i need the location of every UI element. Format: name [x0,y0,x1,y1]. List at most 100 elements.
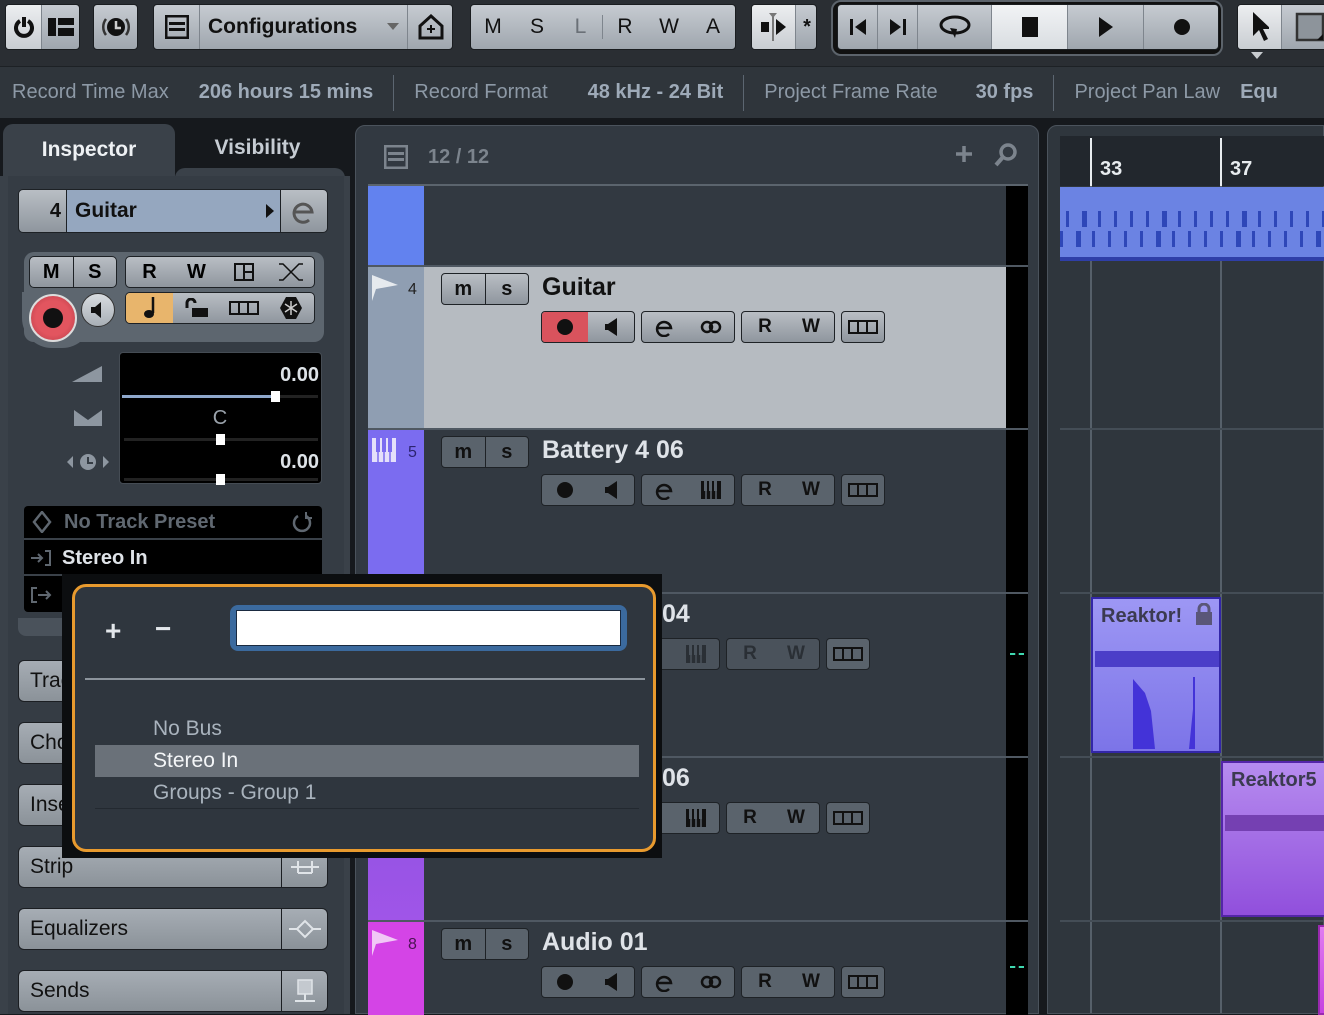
volume-slider-handle[interactable] [270,391,280,402]
pan-slider-handle[interactable] [216,434,225,445]
range-tool-button[interactable] [1282,5,1324,49]
skip-end-button[interactable] [878,5,918,49]
track-name[interactable]: Audio 01 [542,928,648,957]
mute-button[interactable]: M [30,257,74,287]
tab-inspector[interactable]: Inspector [3,124,175,176]
remove-bus-button[interactable]: − [155,613,171,645]
reload-icon[interactable] [292,512,314,534]
power-button[interactable] [6,5,42,49]
delay-slider-handle[interactable] [216,474,225,485]
solo-button[interactable]: s [486,274,529,304]
track-name[interactable]: 06 [662,764,690,793]
home-button[interactable] [408,5,452,49]
bus-option-group-1[interactable]: Groups - Group 1 [95,777,639,809]
track-list-menu-icon[interactable] [384,145,408,169]
track-row-guitar[interactable]: 4 ms Guitar R W [368,267,1028,430]
musical-timebase-button[interactable] [126,293,173,323]
track-row-audio-01[interactable]: 8 ms Audio 01 R W [368,922,1028,1015]
edit-channel-button[interactable] [642,312,688,342]
record-enable-button[interactable] [29,294,77,342]
stereo-button[interactable] [688,312,734,342]
record-enable-button[interactable] [542,312,588,342]
snap-mode-button[interactable]: * [796,5,816,49]
read-automation-button[interactable]: R [742,475,788,505]
event-reaktor-1[interactable]: Reaktor! [1091,597,1221,753]
read-automation-button[interactable]: R [126,257,173,287]
lanes-button[interactable] [842,475,884,505]
track-row[interactable] [368,186,1028,267]
automation-r-button[interactable]: R [603,15,647,39]
ruler[interactable]: 33 37 [1060,136,1324,186]
record-format-value[interactable]: 48 kHz - 24 Bit [588,81,724,104]
write-automation-button[interactable]: W [773,803,819,833]
monitor-button[interactable] [588,967,634,997]
tab-visibility[interactable]: Visibility [175,122,340,174]
crossfade-button[interactable] [267,257,314,287]
solo-button[interactable]: s [486,437,529,467]
mute-button[interactable]: m [442,929,486,959]
write-automation-button[interactable]: W [788,312,834,342]
automation-w-button[interactable]: W [647,15,691,39]
solo-button[interactable]: S [74,257,117,287]
configurations-dropdown[interactable]: Configurations [200,5,408,49]
snap-button[interactable] [752,5,796,49]
stereo-button[interactable] [688,967,734,997]
lanes-button[interactable] [827,803,869,833]
section-equalizers[interactable]: Equalizers [18,908,328,950]
lanes-button[interactable] [842,312,884,342]
mute-button[interactable]: m [442,437,486,467]
event-reaktor-2[interactable]: Reaktor5 [1221,761,1324,917]
mute-button[interactable]: m [442,274,486,304]
monitor-button[interactable] [81,293,115,327]
lanes-button[interactable] [842,967,884,997]
delay-value[interactable]: 0.00 [280,451,319,474]
add-bus-button[interactable]: + [105,615,121,647]
lock-button[interactable] [173,293,220,323]
write-automation-button[interactable]: W [788,967,834,997]
add-track-icon[interactable] [954,144,974,164]
track-name[interactable]: Guitar [542,273,616,302]
track-name[interactable]: Battery 4 06 [542,436,684,465]
edit-channel-button[interactable] [642,967,688,997]
read-automation-button[interactable]: R [727,803,773,833]
constrain-delay-button[interactable] [93,4,138,50]
instrument-button[interactable] [673,639,719,669]
lanes-button[interactable] [220,293,267,323]
monitor-button[interactable] [588,475,634,505]
play-button[interactable] [1068,5,1144,49]
search-icon[interactable] [993,142,1019,168]
track-row-battery[interactable]: 5 ms Battery 4 06 R W [368,430,1028,594]
record-button[interactable] [1144,5,1218,49]
lanes-button[interactable] [827,639,869,669]
automation-m-button[interactable]: M [471,15,515,39]
automation-s-button[interactable]: S [515,15,559,39]
read-automation-button[interactable]: R [727,639,773,669]
write-automation-button[interactable]: W [788,475,834,505]
pan-law-value[interactable]: Equ [1240,81,1278,104]
tool-dropdown-arrow-icon[interactable] [1251,52,1263,60]
midi-part[interactable] [1060,187,1324,261]
write-automation-button[interactable]: W [173,257,220,287]
instrument-button[interactable] [673,803,719,833]
stop-button[interactable] [992,5,1068,49]
bus-option-stereo-in[interactable]: Stereo In [95,745,639,777]
automation-l-button[interactable]: L [559,15,603,39]
volume-value[interactable]: 0.00 [280,364,319,387]
read-automation-button[interactable]: R [742,967,788,997]
pan-value[interactable]: C [120,407,320,430]
list-button[interactable] [154,5,200,49]
cycle-button[interactable] [918,5,992,49]
edit-instrument-button[interactable] [642,475,688,505]
bus-option-no-bus[interactable]: No Bus [95,713,639,745]
input-routing-row[interactable]: Stereo In [24,542,322,576]
freeze-button[interactable] [267,293,314,323]
edit-channel-button[interactable] [281,190,327,232]
layout-button[interactable] [42,5,79,49]
output-routing-row[interactable] [24,578,64,612]
event-audio-partial[interactable] [1318,925,1324,1015]
frame-rate-value[interactable]: 30 fps [976,81,1034,104]
channel-settings-button[interactable] [220,257,267,287]
track-preset-row[interactable]: No Track Preset [24,506,322,540]
record-enable-button[interactable] [542,475,588,505]
instrument-button[interactable] [688,475,734,505]
